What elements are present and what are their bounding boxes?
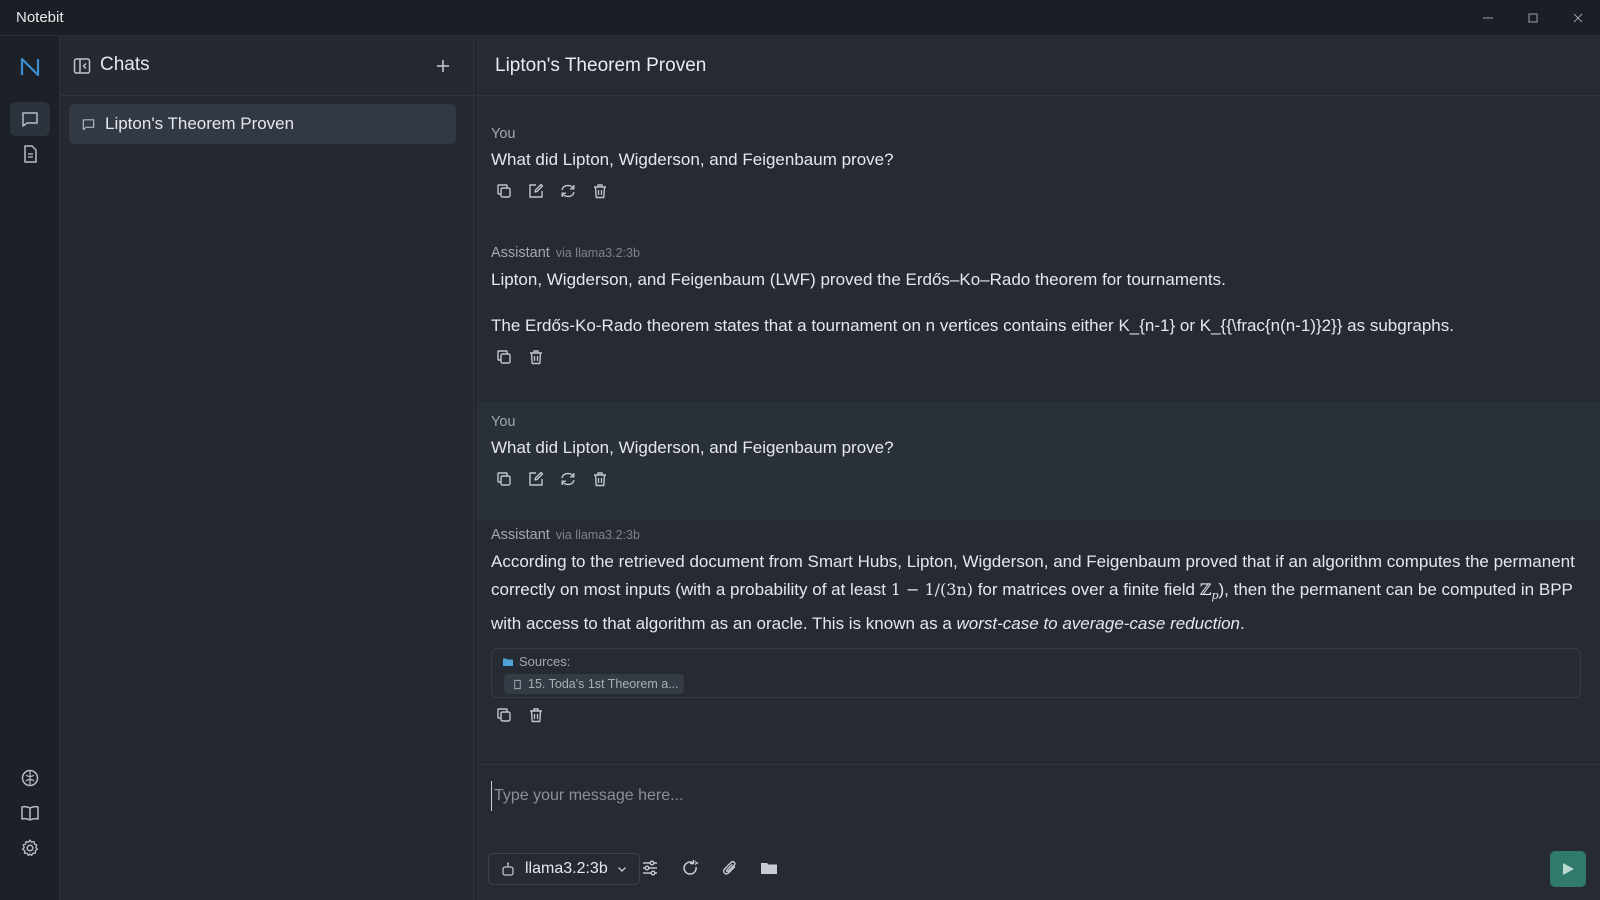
sidebar-toggle-icon[interactable]: [72, 56, 92, 76]
settings-gear-icon[interactable]: [10, 831, 50, 865]
sliders-icon[interactable]: [640, 858, 662, 880]
math-symbol: ℤ: [1199, 580, 1212, 599]
chat-list-item[interactable]: Lipton's Theorem Proven: [69, 104, 456, 144]
chats-icon[interactable]: [10, 102, 50, 136]
delete-icon[interactable]: [591, 470, 611, 490]
delete-icon[interactable]: [591, 182, 611, 202]
message-text: Lipton, Wigderson, and Feigenbaum (LWF) …: [491, 266, 1581, 340]
send-play-icon: [1563, 863, 1574, 875]
message-text: What did Lipton, Wigderson, and Feigenba…: [491, 150, 894, 169]
message-input[interactable]: [491, 781, 1581, 811]
chat-title: Lipton's Theorem Proven: [495, 54, 707, 76]
nav-rail: [0, 36, 60, 900]
model-via-label: via llama3.2:3b: [555, 246, 640, 260]
message-author: You: [491, 414, 516, 430]
window-controls: [1465, 0, 1600, 36]
brain-icon[interactable]: [10, 761, 50, 795]
message-text-run: for matrices over a finite field: [972, 580, 1200, 599]
close-icon[interactable]: [1555, 0, 1600, 36]
title-bar: Notebit: [0, 0, 1600, 36]
chat-bubble-icon: [82, 118, 95, 130]
message-actions: [495, 470, 1600, 490]
message-author: Assistant: [491, 245, 550, 261]
paperclip-icon[interactable]: [720, 858, 742, 880]
folder-icon: [503, 658, 513, 666]
delete-icon[interactable]: [527, 348, 547, 368]
model-selector[interactable]: llama3.2:3b: [488, 853, 640, 885]
message-text-run: .: [1240, 614, 1245, 634]
message-actions: [495, 182, 1600, 202]
chat-header: Lipton's Theorem Proven: [476, 36, 1600, 96]
edit-icon[interactable]: [527, 470, 547, 490]
message-actions: [495, 706, 1600, 726]
document-icon: [514, 679, 521, 689]
folder-icon[interactable]: [759, 858, 781, 880]
math-expression: 1 − 1/(3n): [890, 580, 973, 599]
copy-icon[interactable]: [495, 706, 515, 726]
maximize-icon[interactable]: [1510, 0, 1555, 36]
message-actions: [495, 348, 1600, 368]
chat-list-item-label: Lipton's Theorem Proven: [105, 114, 295, 133]
source-chip-label: 15. Toda's 1st Theorem a...: [528, 677, 679, 692]
notebit-logo-icon: [20, 57, 40, 77]
send-button[interactable]: [1550, 851, 1586, 887]
delete-icon[interactable]: [527, 706, 547, 726]
message-author: You: [491, 126, 516, 142]
copy-icon[interactable]: [495, 182, 515, 202]
chat-panel: Lipton's Theorem Proven You What did Lip…: [476, 36, 1600, 900]
message-text: What did Lipton, Wigderson, and Feigenba…: [491, 438, 894, 457]
copy-icon[interactable]: [495, 470, 515, 490]
message-paragraph: Lipton, Wigderson, and Feigenbaum (LWF) …: [491, 270, 1226, 289]
assistant-message: Assistant via llama3.2:3b Lipton, Wigders…: [476, 244, 1600, 368]
source-chip[interactable]: 15. Toda's 1st Theorem a...: [504, 674, 684, 695]
sources-label: Sources:: [502, 654, 570, 669]
regenerate-icon[interactable]: [559, 470, 579, 490]
model-via-label: via llama3.2:3b: [555, 528, 640, 542]
model-selector-label: llama3.2:3b: [525, 860, 608, 877]
minimize-icon[interactable]: [1465, 0, 1510, 36]
refresh-sparkle-icon[interactable]: [680, 858, 702, 880]
notes-icon[interactable]: [10, 137, 50, 171]
copy-icon[interactable]: [495, 348, 515, 368]
app-title: Notebit: [16, 9, 64, 26]
chats-sidebar: Chats Lipton's Theorem Proven: [60, 36, 475, 900]
user-message: You What did Lipton, Wigderson, and Feig…: [476, 126, 1600, 202]
message-composer: llama3.2:3b: [476, 764, 1600, 900]
sidebar-title: Chats: [100, 54, 150, 75]
regenerate-icon[interactable]: [559, 182, 579, 202]
message-italic-text: worst-case to average-case reduction: [956, 614, 1241, 634]
edit-icon[interactable]: [527, 182, 547, 202]
sidebar-header: Chats: [60, 36, 474, 96]
math-field-symbol: ℤp: [1199, 580, 1219, 602]
message-paragraph: The Erdős-Ko-Rado theorem states that a …: [491, 316, 1454, 335]
user-message: You What did Lipton, Wigderson, and Feig…: [476, 402, 1600, 520]
sources-panel: Sources: 15. Toda's 1st Theorem a...: [491, 648, 1581, 699]
bot-icon: [502, 862, 514, 876]
message-text: According to the retrieved document from…: [491, 548, 1581, 638]
sources-label-text: Sources:: [519, 654, 571, 670]
message-author: Assistant: [491, 527, 550, 543]
assistant-message: Assistant via llama3.2:3b According to th…: [476, 526, 1600, 726]
chevron-down-icon: [618, 867, 626, 872]
new-chat-plus-icon[interactable]: [432, 55, 454, 77]
book-icon[interactable]: [10, 796, 50, 830]
